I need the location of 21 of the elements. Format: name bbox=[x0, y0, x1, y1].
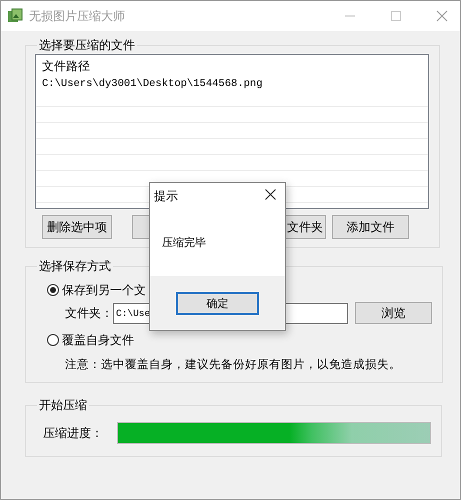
note-text: 注意：选中覆盖自身，建议先备份好原有图片，以免造成损失。 bbox=[65, 357, 402, 372]
dialog-title: 提示 bbox=[154, 188, 178, 204]
browse-button[interactable]: 浏览 bbox=[355, 302, 432, 324]
ok-button[interactable]: 确定 bbox=[176, 292, 259, 314]
progress-label: 压缩进度： bbox=[42, 424, 104, 442]
group-title: 开始压缩 bbox=[38, 397, 88, 414]
group-title: 选择保存方式 bbox=[38, 258, 112, 275]
radio-label[interactable]: 覆盖自身文件 bbox=[62, 332, 134, 348]
window-title: 无损图片压缩大师 bbox=[29, 8, 125, 24]
app-icon bbox=[7, 8, 23, 24]
column-header: 文件路径 bbox=[42, 58, 91, 75]
radio-label[interactable]: 保存到另一个文 bbox=[62, 282, 146, 298]
radio-button[interactable] bbox=[47, 334, 59, 346]
group-title: 选择要压缩的文件 bbox=[38, 37, 136, 54]
radio-button[interactable] bbox=[47, 284, 59, 296]
field-label: 文件夹： bbox=[65, 304, 113, 322]
button[interactable]: 添加文件 bbox=[332, 215, 409, 239]
file-path[interactable]: C:\Users\dy3001\Desktop\1544568.png bbox=[42, 76, 263, 92]
button[interactable]: 删除选中项 bbox=[42, 215, 112, 239]
close-icon[interactable] bbox=[265, 189, 276, 200]
dialog-message: 压缩完毕 bbox=[162, 236, 206, 249]
